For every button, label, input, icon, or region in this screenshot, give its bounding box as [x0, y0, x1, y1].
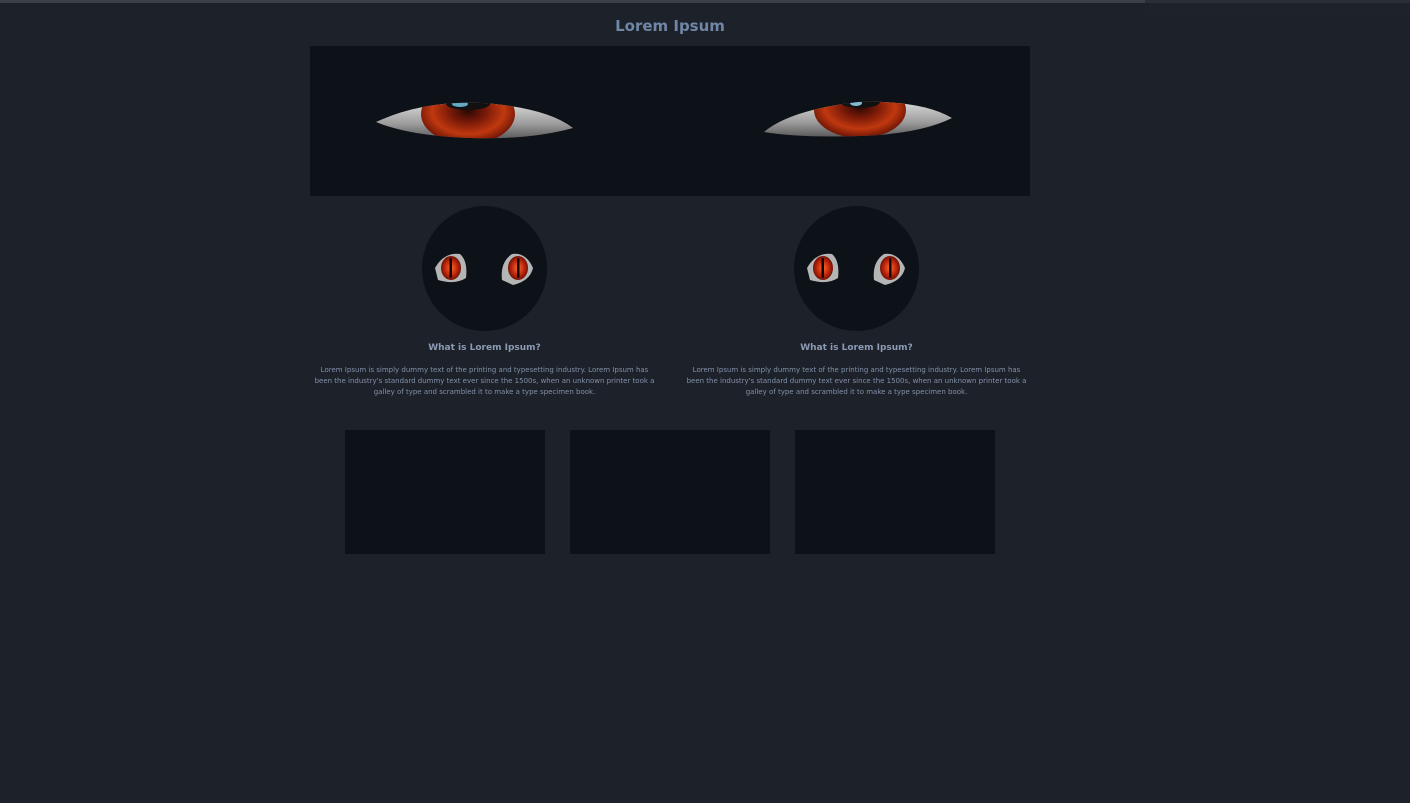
cat-eyes-avatar — [422, 206, 547, 331]
card-description: Lorem Ipsum is simply dummy text of the … — [686, 366, 1027, 396]
right-eye — [764, 101, 952, 137]
hero-banner — [310, 46, 1030, 196]
cat-eyes-illustration — [807, 253, 905, 285]
feature-card: What is Lorem Ipsum? Lorem Ipsum is simp… — [312, 206, 657, 398]
image-placeholder — [795, 430, 995, 554]
card-title: What is Lorem Ipsum? — [800, 343, 913, 353]
image-placeholder — [345, 430, 545, 554]
left-eye — [376, 102, 573, 139]
image-placeholder — [570, 430, 770, 554]
faded-toolbar — [1145, 0, 1410, 18]
feature-card: What is Lorem Ipsum? Lorem Ipsum is simp… — [684, 206, 1029, 398]
card-description: Lorem Ipsum is simply dummy text of the … — [314, 366, 655, 396]
page-title: Lorem Ipsum — [615, 17, 725, 35]
red-eyes-illustration — [376, 101, 952, 139]
cat-eyes-avatar — [794, 206, 919, 331]
card-title: What is Lorem Ipsum? — [428, 343, 541, 353]
cat-eyes-illustration — [435, 253, 533, 285]
